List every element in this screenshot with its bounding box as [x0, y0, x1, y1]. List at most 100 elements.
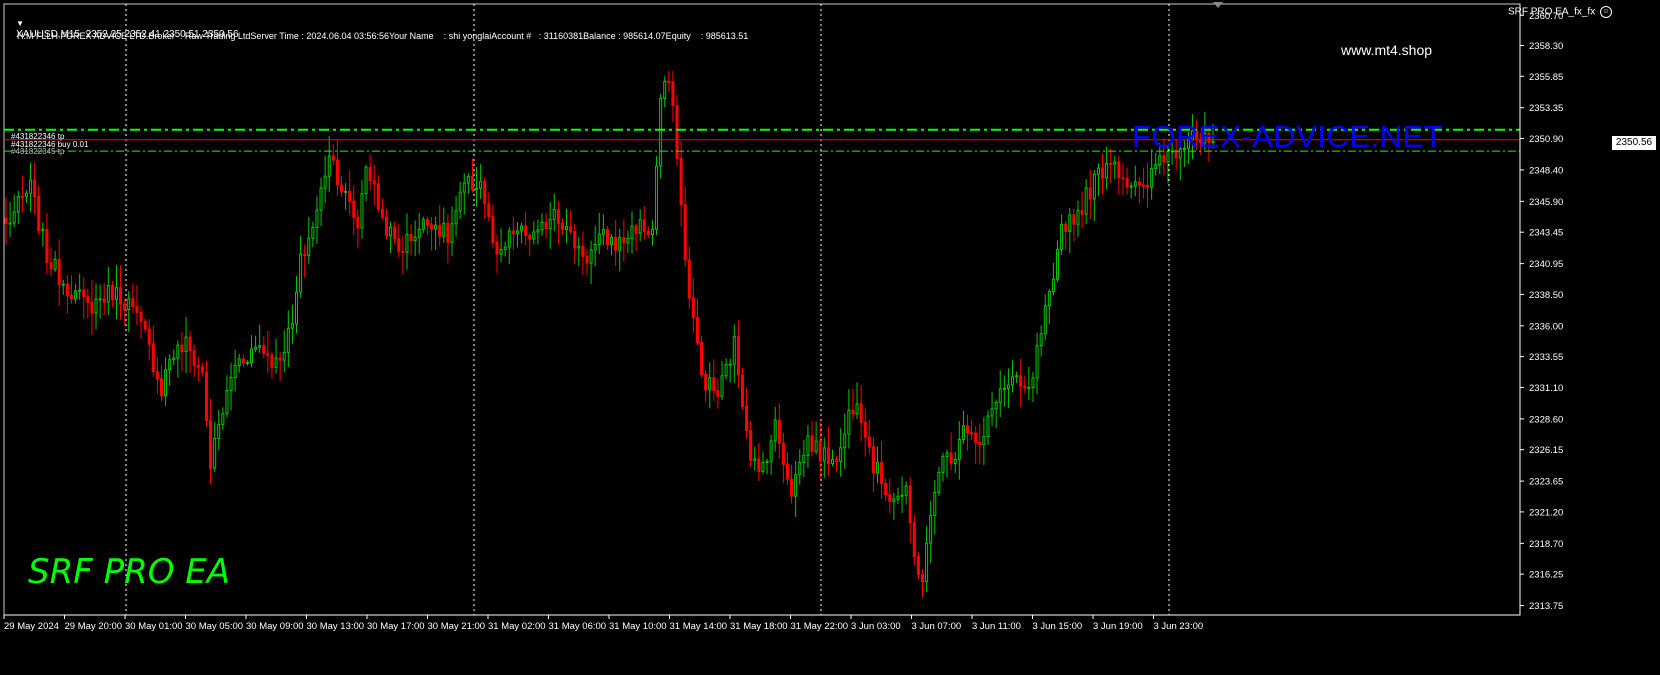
candle-body — [724, 364, 728, 377]
site-watermark: www.mt4.shop — [1341, 42, 1433, 58]
candle-body — [843, 433, 847, 449]
candle-body — [331, 155, 335, 161]
price-tick-label: 2355.85 — [1529, 72, 1563, 83]
candle-body — [548, 218, 552, 230]
candle-body — [442, 222, 446, 237]
candle-body — [389, 226, 393, 237]
candle-body — [888, 494, 892, 502]
candle-body — [262, 345, 266, 355]
candle-body — [777, 419, 781, 444]
candle-body — [86, 296, 90, 303]
shift-marker-icon[interactable] — [1213, 2, 1223, 8]
candle-body — [937, 471, 941, 493]
candle-body — [225, 390, 229, 415]
candle-body — [765, 460, 769, 464]
candle-body — [229, 377, 233, 392]
candle-body — [679, 157, 683, 206]
candle-body — [503, 246, 507, 251]
candle-body — [871, 446, 875, 474]
time-tick-label: 3 Jun 23:00 — [1154, 621, 1204, 632]
candle-body — [569, 226, 573, 232]
candle-body — [1002, 387, 1006, 390]
candle-body — [961, 425, 965, 440]
candle-body — [614, 236, 618, 251]
candle-body — [24, 192, 28, 198]
candle-body — [597, 233, 601, 245]
candle-body — [172, 357, 176, 361]
price-tick-label: 2350.90 — [1529, 134, 1563, 145]
candle-body — [839, 447, 843, 462]
candle-body — [221, 413, 225, 425]
price-tick-label: 2340.95 — [1529, 259, 1563, 270]
candle-body — [650, 228, 654, 235]
candle-body — [282, 351, 286, 361]
candle-body — [1072, 214, 1076, 225]
candle-body — [258, 345, 262, 348]
candle-body — [356, 216, 360, 229]
price-tick-label: 2343.45 — [1529, 228, 1563, 239]
time-tick-label: 3 Jun 07:00 — [912, 621, 962, 632]
price-tick-label: 2333.55 — [1529, 352, 1563, 363]
candle-body — [659, 97, 663, 167]
candle-body — [213, 437, 217, 469]
candle-body — [835, 459, 839, 462]
candle-body — [315, 209, 319, 228]
candle-body — [941, 455, 945, 473]
candle-body — [479, 180, 483, 189]
candle-body — [520, 225, 524, 232]
time-tick-label: 31 May 14:00 — [670, 621, 728, 632]
price-tick-label: 2338.50 — [1529, 290, 1563, 301]
candle-body — [270, 354, 274, 368]
candle-body — [413, 236, 417, 242]
candle-body — [168, 359, 172, 371]
price-tick-label: 2336.00 — [1529, 321, 1563, 332]
candle-body — [978, 442, 982, 445]
candle-body — [867, 436, 871, 448]
candle-body — [499, 249, 503, 255]
candle-body — [1035, 345, 1039, 379]
price-axis[interactable]: 2360.702358.302355.852353.352350.902348.… — [1519, 4, 1563, 615]
order-tp2-label: #431822345 tp — [11, 147, 65, 156]
time-tick-label: 30 May 05:00 — [186, 621, 244, 632]
candle-body — [372, 180, 376, 185]
candle-body — [286, 327, 290, 353]
candle-body — [1084, 187, 1088, 215]
candle-body — [884, 483, 888, 496]
candle-body — [1117, 161, 1121, 179]
plot-frame — [3, 3, 1521, 616]
candle-body — [982, 436, 986, 445]
candle-body — [65, 283, 69, 296]
expert-advisor-label[interactable]: SRF PRO EA_fx_fx ☺ — [1508, 6, 1612, 18]
candle-body — [806, 435, 810, 456]
candle-body — [847, 409, 851, 435]
chart-window[interactable]: 2360.70 2358.30 2355.85 2353.35 2350.90 2348.… — [0, 0, 1660, 675]
candle-body — [577, 245, 581, 249]
candle-body — [683, 204, 687, 261]
candle-body — [385, 216, 389, 237]
candle-body — [425, 219, 429, 226]
candle-body — [634, 225, 638, 234]
price-tick-label: 2323.65 — [1529, 477, 1563, 488]
candle-body — [344, 190, 348, 193]
candle-body — [237, 358, 241, 367]
candle-body — [818, 440, 822, 462]
candle-body — [880, 461, 884, 485]
candle-body — [904, 485, 908, 496]
candle-body — [323, 175, 327, 189]
candle-body — [704, 373, 708, 391]
candle-body — [921, 574, 925, 583]
candle-body — [327, 155, 331, 177]
candle-body — [196, 364, 200, 368]
candle-body — [1006, 384, 1010, 389]
time-axis[interactable]: 29 May 2024 29 May 20:00 30 May 01:00 30 Ma… — [3, 614, 1520, 632]
candle-body — [106, 284, 110, 303]
candle-body — [466, 175, 470, 184]
candle-body — [249, 348, 253, 363]
candle-body — [245, 361, 249, 364]
candle-body — [646, 230, 650, 235]
collapse-triangle-icon[interactable]: ▼ — [16, 19, 24, 28]
price-chart[interactable]: 2360.702358.302355.852353.352350.902348.… — [0, 0, 1660, 675]
candle-body — [1060, 223, 1064, 250]
candle-body — [110, 284, 114, 300]
candle-body — [1158, 155, 1162, 166]
